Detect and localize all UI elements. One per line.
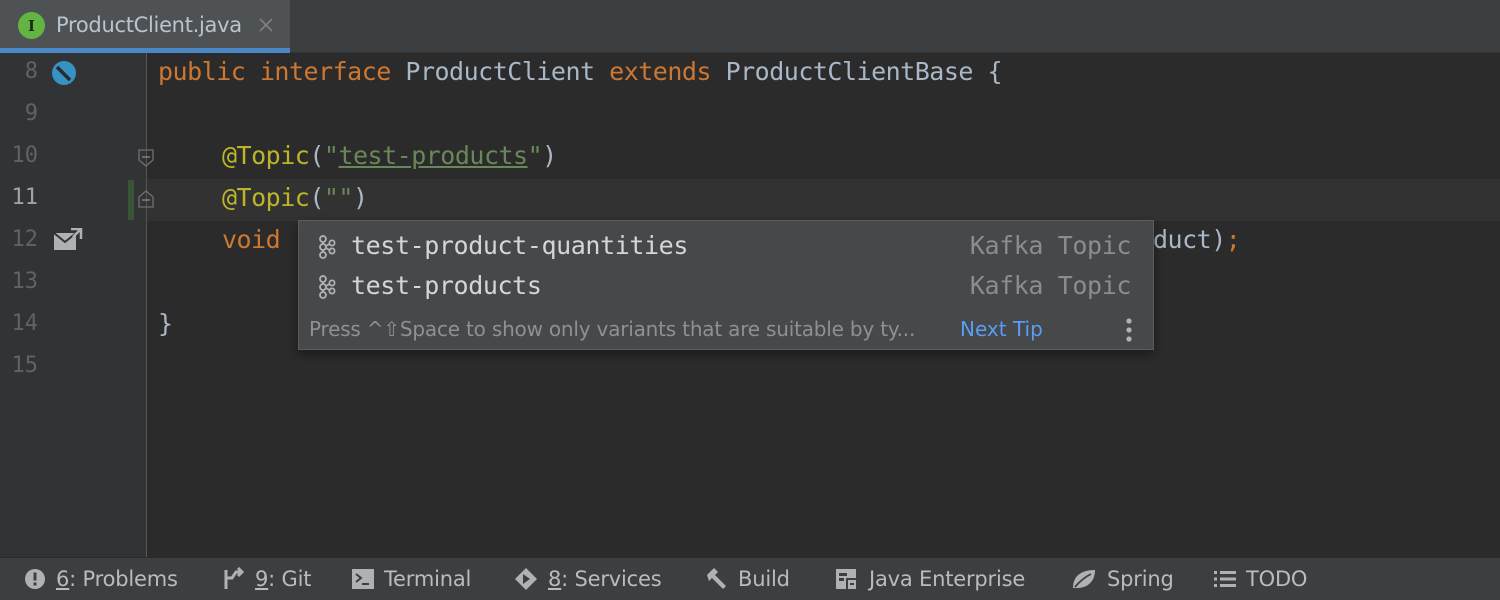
line-number: 8 [24, 59, 38, 84]
todo-list-icon [1214, 571, 1236, 587]
problems-button[interactable]: 6: Problems [24, 566, 178, 592]
paren: ) [352, 183, 368, 212]
line-number: 13 [11, 269, 39, 294]
tool-label: : Git [268, 567, 312, 591]
empty-string: "" [323, 183, 354, 212]
editor-tab-bar: I ProductClient.java [0, 0, 1500, 53]
keyword: public [158, 57, 246, 86]
tab-productclient-java[interactable]: I ProductClient.java [0, 0, 290, 53]
spring-bean-icon[interactable] [51, 60, 77, 86]
completion-label: test-products [351, 271, 542, 300]
kafka-topic-icon [319, 275, 336, 299]
line-number-current: 11 [11, 185, 39, 210]
code-line-10[interactable]: @Topic("test-products") [222, 141, 557, 170]
completion-type: Kafka Topic [969, 271, 1132, 300]
keyword: interface [259, 57, 391, 86]
terminal-button[interactable]: Terminal [352, 566, 471, 592]
code-line-12[interactable]: void [222, 225, 281, 254]
annotation: @Topic [222, 141, 310, 170]
quote: " [527, 141, 543, 170]
spring-button[interactable]: Spring [1071, 566, 1174, 592]
spring-leaf-icon [1073, 570, 1095, 588]
more-options-icon[interactable] [1125, 317, 1133, 343]
line-number: 9 [24, 101, 38, 126]
code-line-11[interactable]: @Topic("") [222, 183, 368, 212]
line-number: 15 [11, 353, 39, 378]
line-number: 10 [11, 143, 39, 168]
semicolon: ; [1225, 225, 1241, 254]
tool-label: Spring [1107, 567, 1174, 591]
tool-label: : Services [561, 567, 662, 591]
paren: ( [309, 141, 324, 170]
todo-button[interactable]: TODO [1214, 566, 1307, 592]
interface-icon: I [18, 12, 45, 39]
gutter-separator [146, 53, 147, 557]
tab-label: ProductClient.java [56, 13, 242, 37]
completion-type: Kafka Topic [969, 231, 1132, 260]
identifier: ProductClientBase [725, 57, 974, 86]
fold-icon[interactable] [137, 149, 155, 167]
tool-label: Terminal [384, 567, 472, 591]
close-icon[interactable] [256, 15, 276, 35]
tool-label: : Problems [69, 567, 178, 591]
quote: " [323, 141, 339, 170]
completion-item[interactable]: test-product-quantities Kafka Topic [299, 225, 1153, 265]
code-line-14[interactable]: } [158, 309, 173, 338]
mnemonic: 6 [56, 567, 70, 591]
tool-label: TODO [1246, 567, 1308, 591]
editor-gutter [0, 53, 146, 557]
identifier: duct) [1153, 225, 1226, 254]
build-button[interactable]: Build [704, 566, 790, 592]
paren: ( [309, 183, 324, 212]
mnemonic: 8 [548, 567, 562, 591]
keyword: void [222, 225, 281, 254]
services-icon [515, 568, 537, 590]
change-marker [128, 180, 134, 220]
completion-item[interactable]: test-products Kafka Topic [299, 265, 1153, 305]
kafka-producer-icon[interactable] [53, 228, 83, 254]
kafka-topic-icon [319, 235, 336, 259]
brace: } [158, 309, 173, 338]
code-line-8[interactable]: public interface ProductClient extends P… [158, 57, 1003, 86]
mnemonic: 9 [255, 567, 269, 591]
git-branch-icon [224, 567, 245, 589]
terminal-icon [352, 569, 374, 589]
hammer-icon [707, 568, 726, 589]
brace: { [987, 57, 1003, 86]
completion-label: test-product-quantities [351, 231, 688, 260]
paren: ) [542, 141, 557, 170]
code-completion-popup: test-product-quantities Kafka Topic test… [298, 220, 1154, 350]
line-number: 14 [11, 311, 39, 336]
topic-string-link[interactable]: test-products [338, 141, 528, 170]
services-button[interactable]: 8: Services [514, 566, 662, 592]
fold-end-icon[interactable] [137, 190, 155, 208]
next-tip-link[interactable]: Next Tip [960, 317, 1043, 341]
line-number: 12 [11, 227, 39, 252]
keyword: extends [609, 57, 711, 86]
tool-label: Build [738, 567, 790, 591]
java-enterprise-button[interactable]: Java Enterprise [835, 566, 1025, 592]
tool-label: Java Enterprise [869, 567, 1026, 591]
code-line-12-tail[interactable]: duct); [1153, 225, 1241, 254]
warning-circle-icon [25, 569, 45, 589]
java-enterprise-icon [836, 569, 856, 589]
tool-window-bar: 6: Problems 9: Git Terminal 8: Services … [0, 557, 1500, 600]
completion-hint: Press ^⇧Space to show only variants that… [309, 317, 916, 341]
annotation: @Topic [222, 183, 310, 212]
identifier: ProductClient [405, 57, 595, 86]
git-button[interactable]: 9: Git [221, 566, 311, 592]
